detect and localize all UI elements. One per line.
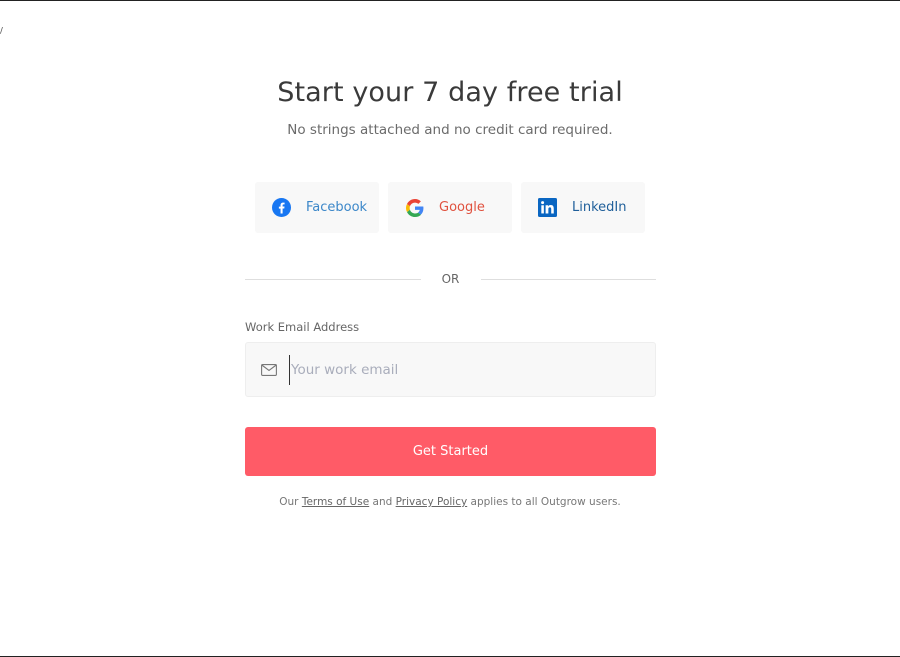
divider-or-text: OR <box>441 272 460 286</box>
google-icon <box>405 198 424 217</box>
facebook-signin-button[interactable]: Facebook <box>255 182 379 233</box>
corner-mark: / <box>0 27 3 35</box>
email-field-container[interactable] <box>245 342 656 397</box>
mail-icon <box>261 363 277 376</box>
page-title: Start your 7 day free trial <box>277 77 623 108</box>
linkedin-label: LinkedIn <box>572 200 627 215</box>
page-subtitle: No strings attached and no credit card r… <box>287 122 613 138</box>
linkedin-icon <box>538 198 557 217</box>
terms-notice: Our Terms of Use and Privacy Policy appl… <box>0 496 900 508</box>
facebook-icon <box>272 198 291 217</box>
facebook-label: Facebook <box>306 200 368 215</box>
terms-of-use-link[interactable]: Terms of Use <box>302 496 369 508</box>
email-field-label: Work Email Address <box>245 320 360 334</box>
divider-line-right <box>480 278 656 280</box>
google-signin-button[interactable]: Google <box>388 182 512 233</box>
or-divider: OR <box>245 271 656 287</box>
terms-suffix: applies to all Outgrow users. <box>470 496 621 508</box>
terms-prefix: Our <box>279 496 299 508</box>
linkedin-signin-button[interactable]: LinkedIn <box>521 182 645 233</box>
google-label: Google <box>439 200 485 215</box>
divider-line-left <box>245 278 421 280</box>
signup-page: / Start your 7 day free trial No strings… <box>0 0 900 657</box>
privacy-policy-link[interactable]: Privacy Policy <box>396 496 468 508</box>
email-input[interactable] <box>289 354 631 385</box>
terms-conjunction: and <box>372 496 393 508</box>
get-started-button[interactable]: Get Started <box>245 427 656 476</box>
social-signin-row: Facebook Google LinkedIn <box>255 182 645 233</box>
